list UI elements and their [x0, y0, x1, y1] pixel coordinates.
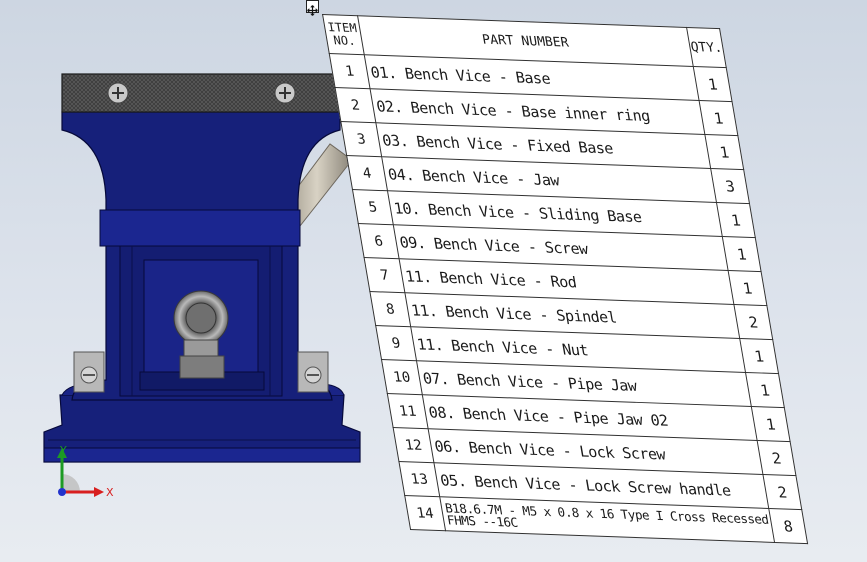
- bill-of-materials[interactable]: ITEM NO. PART NUMBER QTY. 1 01. Bench Vic…: [322, 14, 809, 545]
- screw-ring: [173, 290, 229, 379]
- y-axis-label: Y: [59, 446, 67, 457]
- z-axis-dot: [58, 488, 66, 496]
- move-cross-icon: [307, 5, 318, 16]
- header-qty: QTY.: [686, 27, 727, 68]
- x-axis-label: X: [106, 486, 114, 499]
- lock-screw-left: [73, 351, 105, 393]
- orientation-triad[interactable]: Y X: [44, 446, 120, 510]
- jaw-plate: [61, 73, 341, 113]
- table-move-handle[interactable]: [306, 0, 319, 16]
- lock-screw-right: [297, 351, 329, 393]
- graphics-viewport[interactable]: ITEM NO. PART NUMBER QTY. 1 01. Bench Vic…: [0, 0, 867, 562]
